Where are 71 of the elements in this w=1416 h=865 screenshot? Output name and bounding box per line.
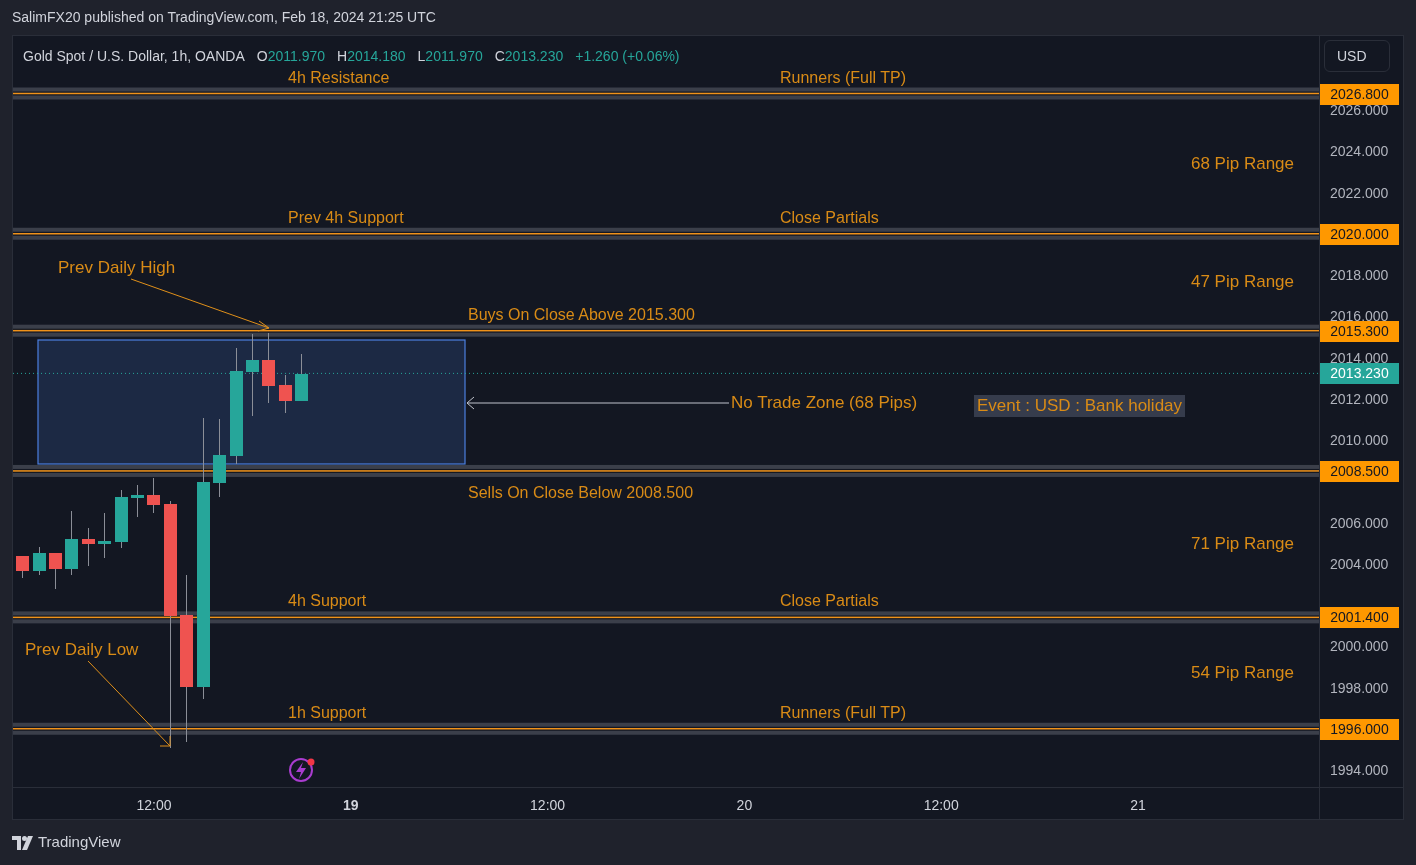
symbol-title: Gold Spot / U.S. Dollar, 1h, OANDA [23,47,245,66]
annotation-label: Prev Daily High [58,258,176,278]
time-tick: 12:00 [135,796,173,815]
price-tick: 2006.000 [1330,514,1389,531]
candle [65,510,78,576]
brand-name: TradingView [38,832,121,853]
time-tick: 12:00 [922,796,960,815]
candle [49,552,62,590]
price-tick: 2026.000 [1330,102,1389,118]
time-tick: 21 [1129,796,1147,815]
level-label: Runners (Full TP) [780,702,906,723]
ohlc-value: 2013.230 [504,47,564,66]
ohlc-label: L [417,47,426,66]
candle [115,489,128,549]
level-label: Close Partials [780,591,879,612]
price-tick: 1994.000 [1330,762,1389,778]
range-label: 68 Pip Range [1190,153,1294,174]
publish-info: SalimFX20 published on TradingView.com, Feb 18, 2024 21:25 UTC [12,8,436,27]
price-change: +1.260 (+0.06%) [575,47,680,66]
range-label: 54 Pip Range [1190,663,1294,684]
chart-plot[interactable] [13,36,1320,787]
candle [131,484,144,518]
level-label: Buys On Close Above 2015.300 [468,304,695,325]
price-tick: 2000.000 [1330,638,1389,655]
range-label: 71 Pip Range [1190,534,1294,555]
currency-button[interactable]: USD [1324,40,1390,72]
price-tick: 2018.000 [1330,267,1389,283]
ohlc-value: 2011.970 [267,47,325,66]
annotation-label: No Trade Zone (68 Pips) [731,393,918,413]
price-tick: 2024.000 [1330,143,1389,160]
price-tick: 2022.000 [1330,184,1389,201]
time-tick: 12:00 [529,796,567,815]
price-tag: 2008.500 [1320,460,1399,482]
price-tick: 2014.000 [1330,349,1389,366]
candle [33,546,46,576]
brand-logo-icon [12,835,34,850]
level-label: 4h Support [288,591,367,612]
ohlc-label: H [337,47,348,66]
ohlc-value: 2014.180 [347,47,406,66]
level-label: 4h Resistance [288,67,390,88]
time-tick: 20 [735,796,754,815]
level-label: Prev 4h Support [288,207,404,228]
level-label: Runners (Full TP) [780,67,906,88]
price-tag: 1996.000 [1320,718,1399,740]
level-label: Close Partials [780,207,879,228]
price-tick: 1998.000 [1330,679,1389,696]
price-tag: 2026.800 [1320,83,1399,105]
ohlc-value: 2011.970 [425,47,483,66]
lightning-icon[interactable] [289,758,315,782]
ohlc-label: O [256,47,268,66]
annotation-label: Prev Daily Low [25,640,139,660]
price-tick: 2010.000 [1330,432,1389,448]
price-tag: 2020.000 [1320,223,1399,245]
range-label: 47 Pip Range [1190,272,1294,293]
candle [82,527,95,567]
level-label: Sells On Close Below 2008.500 [468,482,694,503]
price-tick: 2004.000 [1330,555,1389,572]
time-tick: 19 [342,796,360,815]
candle [147,477,160,514]
price-tag: 2015.300 [1320,320,1399,342]
price-tag: 2001.400 [1320,607,1399,629]
candle [279,374,292,414]
price-tick: 2012.000 [1330,390,1389,407]
candle [295,353,308,402]
current-price-tag: 2013.230 [1320,363,1399,385]
level-label: 1h Support [288,702,367,723]
candle [262,332,275,404]
ohlc-label: C [494,47,505,66]
candle [16,555,29,579]
event-label: Event : USD : Bank holiday [974,395,1186,417]
candle [98,512,111,559]
